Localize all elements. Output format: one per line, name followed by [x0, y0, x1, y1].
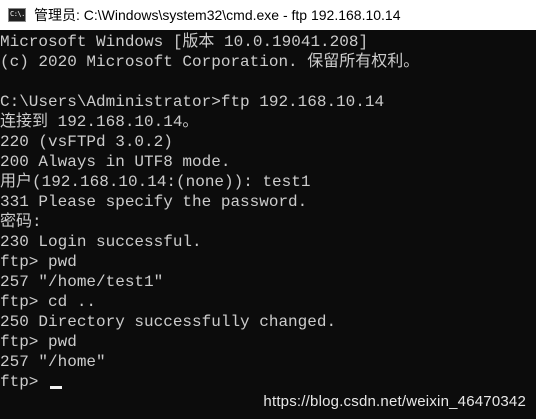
console-line: 230 Login successful. — [0, 233, 202, 251]
console-line: ftp> pwd — [0, 333, 77, 351]
console-line: ftp> pwd — [0, 253, 77, 271]
console-line: 250 Directory successfully changed. — [0, 313, 337, 331]
text-cursor — [50, 385, 63, 389]
title-bar[interactable]: C:\. 管理员: C:\Windows\system32\cmd.exe - … — [0, 0, 536, 30]
console-area[interactable]: Microsoft Windows [版本 10.0.19041.208] (c… — [0, 30, 536, 419]
console-line: 257 "/home/test1" — [0, 273, 164, 291]
console-line: 331 Please specify the password. — [0, 193, 308, 211]
console-line: 用户(192.168.10.14:(none)): test1 — [0, 173, 311, 191]
console-line: Microsoft Windows [版本 10.0.19041.208] — [0, 33, 369, 51]
console-line: C:\Users\Administrator>ftp 192.168.10.14 — [0, 93, 385, 111]
console-line: 257 "/home" — [0, 353, 106, 371]
console-line: 200 Always in UTF8 mode. — [0, 153, 231, 171]
window-title: 管理员: C:\Windows\system32\cmd.exe - ftp 1… — [34, 7, 401, 23]
console-line: 连接到 192.168.10.14。 — [0, 113, 199, 131]
cmd-icon[interactable]: C:\. — [8, 8, 26, 22]
console-line: 220 (vsFTPd 3.0.2) — [0, 133, 173, 151]
console-output: Microsoft Windows [版本 10.0.19041.208] (c… — [0, 32, 536, 392]
console-line: ftp> cd .. — [0, 293, 97, 311]
console-line: (c) 2020 Microsoft Corporation. 保留所有权利。 — [0, 53, 420, 71]
watermark-text: https://blog.csdn.net/weixin_46470342 — [263, 393, 526, 410]
cmd-window: C:\. 管理员: C:\Windows\system32\cmd.exe - … — [0, 0, 536, 419]
current-prompt-line[interactable]: ftp> — [0, 372, 536, 392]
console-line: 密码: — [0, 213, 42, 231]
ftp-prompt: ftp> — [0, 373, 49, 391]
